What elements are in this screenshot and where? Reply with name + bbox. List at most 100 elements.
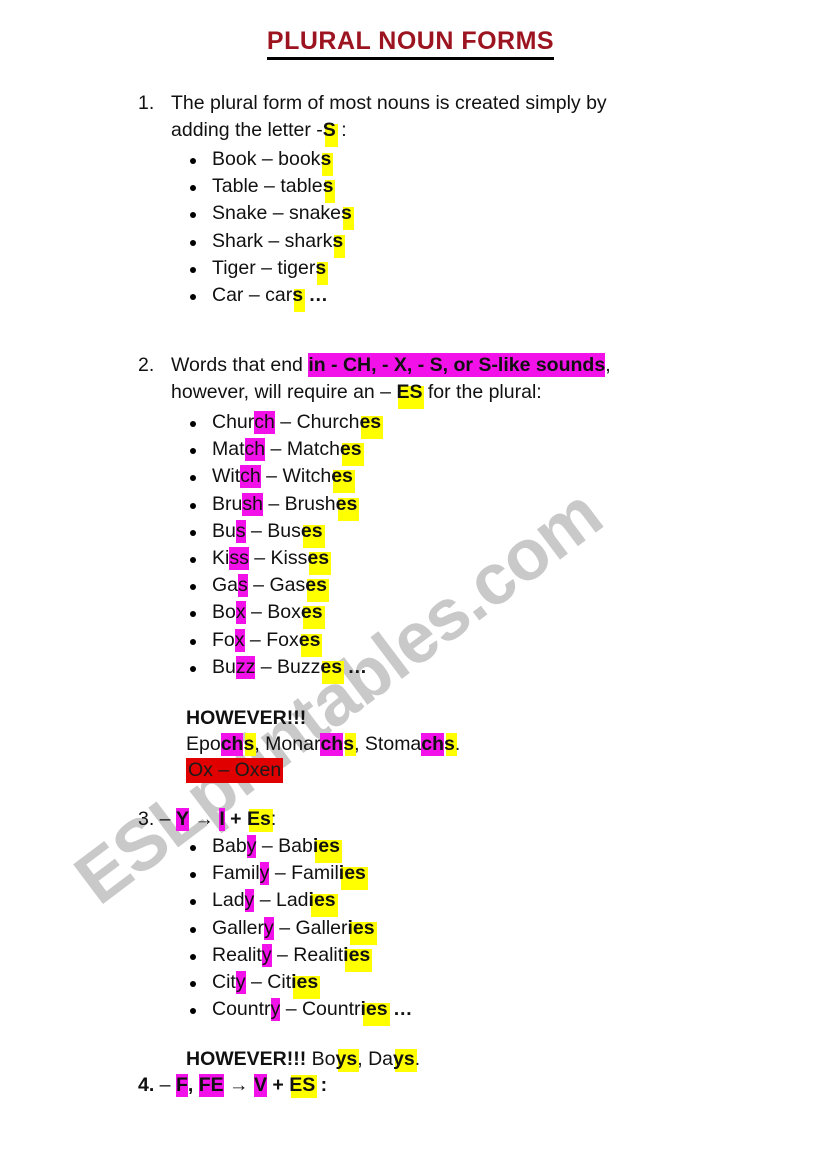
dash: –	[267, 202, 289, 225]
list-item: Ki ss – Kiss es	[182, 545, 381, 576]
highlight-ies: ies	[348, 915, 377, 945]
plural-stem: Buzz	[277, 655, 321, 678]
dash: –	[248, 547, 271, 570]
plural-stem: Brush	[284, 492, 336, 515]
dash: –	[254, 889, 276, 912]
dash: –	[245, 519, 268, 542]
dash: –	[247, 574, 270, 597]
rule-2-number: 2.	[138, 354, 155, 376]
rule-3-example-list: Bab y – Bab ies Famil y – Famil ies Lad y – L…	[182, 833, 413, 1027]
dash: –	[244, 628, 267, 651]
highlight-ies: ies	[343, 942, 373, 972]
highlight-ch: ch	[320, 733, 344, 756]
list-item: Cit y – Cit ies	[182, 969, 413, 1000]
rule-4-number: 4.	[138, 1074, 155, 1096]
highlight-singular-ending: x	[235, 601, 246, 625]
highlight-plural-suffix: es	[301, 599, 325, 630]
separator: ,	[354, 733, 365, 755]
dash: –	[154, 808, 176, 830]
plural-stem: tiger	[277, 256, 316, 279]
plural-stem: Gas	[269, 574, 306, 597]
highlight-ox-oxen: Ox – Oxen	[186, 758, 284, 783]
singular-stem: Cit	[212, 971, 236, 994]
list-item: Galler y – Galler ies	[182, 915, 413, 945]
highlight-plural-suffix: es	[299, 627, 323, 657]
list-item: Snake – snake s	[182, 200, 354, 231]
rule-1-line-2-post: :	[335, 119, 347, 142]
list-item: Countr y – Countr ies …	[182, 996, 413, 1027]
highlight-suffix: s	[341, 200, 354, 231]
highlight-s: s	[343, 733, 357, 756]
list-item: Wit ch – Witch es	[182, 463, 381, 494]
list-item: Car – car s …	[182, 282, 352, 313]
highlight-plural-suffix: es	[320, 654, 345, 684]
singular-word: Table	[212, 175, 259, 198]
singular-stem: Lad	[212, 889, 245, 912]
list-item: Shark – shark s	[182, 228, 352, 258]
list-item: Bru sh – Brush es	[182, 491, 381, 521]
singular-stem: Wit	[212, 465, 241, 488]
dash: –	[260, 465, 283, 488]
plural-stem: Countr	[301, 998, 361, 1021]
singular-stem: Bab	[212, 835, 247, 857]
dash: –	[245, 601, 268, 624]
ellipsis: …	[387, 998, 413, 1021]
list-item: Lad y – Lad ies	[182, 887, 413, 918]
singular-stem: Bo	[212, 601, 236, 624]
highlight-y: y	[264, 916, 274, 940]
highlight-es: Es	[246, 808, 273, 832]
list-item: Ga s – Gas es	[182, 572, 381, 603]
rule-2-line-2-post: for the plural:	[422, 381, 542, 404]
highlight-y: y	[259, 862, 270, 886]
rule-2-example-list: Chur ch – Church es Mat ch – Match es Wit ch …	[182, 409, 384, 684]
highlight-ys: ys	[393, 1048, 417, 1072]
rule-1-example-list: Book – book s Table – table s Snake – snak…	[182, 146, 354, 313]
list-item: Famil y – Famil ies	[182, 860, 413, 891]
plural-stem: Bus	[267, 519, 301, 542]
highlight-y: Y	[175, 808, 189, 831]
highlight-singular-ending: sh	[242, 492, 263, 516]
rule-1-number: 1.	[138, 92, 155, 114]
highlight-suffix: s	[320, 146, 334, 176]
list-item: Book – book s	[182, 146, 352, 176]
dash: –	[255, 655, 278, 678]
dash: –	[154, 1074, 176, 1096]
highlight-es: ES	[289, 1074, 318, 1098]
exception-stem: Monar	[265, 733, 321, 755]
plural-stem: Bab	[278, 835, 313, 857]
highlight-ies: ies	[361, 996, 390, 1027]
arrow-icon: →	[223, 1074, 254, 1096]
list-item: Bu zz – Buzz es …	[182, 654, 381, 684]
dash: –	[274, 411, 297, 433]
plural-stem: shark	[284, 229, 333, 252]
highlight-suffix: s	[315, 255, 329, 285]
separator: ,	[254, 733, 266, 755]
exception-stem: Da	[368, 1048, 394, 1070]
plural-stem: Match	[286, 438, 340, 461]
highlight-singular-ending: ss	[229, 547, 249, 571]
plural-stem: Witch	[282, 465, 332, 488]
plus-sign: +	[224, 808, 247, 830]
highlight-singular-ending: ch	[244, 438, 266, 462]
singular-word: Book	[212, 148, 257, 170]
worksheet-page: ESLprintables.com PLURAL NOUN FORMS 1. T…	[0, 0, 821, 1169]
singular-word: Snake	[212, 202, 268, 225]
rule-2-paragraph: 2. Words that end in - CH, - X, - S, or …	[138, 352, 758, 410]
highlight-singular-ending: x	[234, 628, 245, 652]
rule-2-line-1-pre: Words that end	[171, 354, 309, 376]
however-line-2: HOWEVER!!! Bo ys, Da ys.	[186, 1046, 420, 1073]
plural-stem: table	[280, 175, 323, 198]
singular-word: Car	[212, 284, 244, 307]
highlight-ch-x-s-sounds: in - CH, - X, - S, or S-like sounds	[308, 353, 606, 377]
highlight-ies: ies	[339, 860, 368, 891]
dash: –	[256, 835, 279, 857]
dash: –	[243, 284, 266, 307]
highlight-singular-ending: ch	[254, 411, 275, 434]
plus-sign: +	[267, 1074, 290, 1096]
comma: ,	[187, 1074, 199, 1096]
highlight-ys: ys	[335, 1048, 360, 1072]
singular-stem: Galler	[212, 916, 265, 939]
rule-2-special-row: Ox – Oxen	[186, 757, 284, 784]
highlight-s: S	[323, 117, 338, 148]
plural-stem: Realit	[293, 943, 344, 966]
